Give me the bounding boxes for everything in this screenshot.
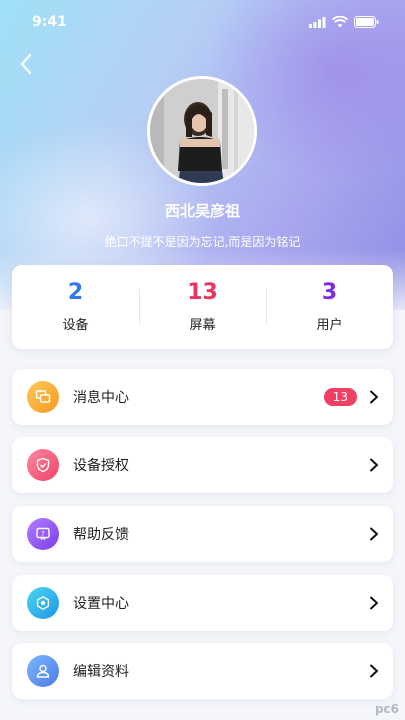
user-icon [27,655,59,687]
stat-label: 设备 [62,317,89,333]
menu-item-settings[interactable]: 设置中心 [12,575,393,631]
stat-label: 用户 [316,317,343,333]
chevron-right-icon [367,390,381,404]
chevron-right-icon [367,458,381,472]
battery-icon [354,16,379,28]
menu-item-label: 帮助反馈 [73,527,129,543]
watermark: pc6 [374,702,399,716]
stat-users[interactable]: 3 用户 [266,265,393,349]
signal-icon [309,16,326,28]
profile-name: 西北吴彦祖 [164,202,240,220]
stat-value: 3 [321,279,338,305]
menu-item-label: 设置中心 [73,596,129,612]
settings-icon [27,587,59,619]
menu-item-edit-profile[interactable]: 编辑资料 [12,643,393,699]
status-time: 9:41 [32,14,67,30]
svg-text:?: ? [41,530,45,538]
stat-label: 屏幕 [189,317,216,333]
menu-item-device-auth[interactable]: 设备授权 [12,437,393,493]
stat-value: 13 [187,279,218,305]
avatar-photo [150,79,254,183]
menu-item-help[interactable]: ? 帮助反馈 [12,506,393,562]
back-button[interactable] [12,50,40,78]
stat-devices[interactable]: 2 设备 [12,265,139,349]
chevron-right-icon [367,527,381,541]
unread-badge: 13 [323,388,357,406]
wifi-icon [332,16,348,28]
menu-item-label: 编辑资料 [73,664,129,680]
back-arrow-icon [20,53,32,75]
message-icon [27,381,59,413]
stats-card: 2 设备 13 屏幕 3 用户 [12,265,393,349]
help-icon: ? [27,518,59,550]
stat-value: 2 [67,279,84,305]
menu-item-label: 设备授权 [73,458,129,474]
status-bar: 9:41 [0,0,405,44]
shield-icon [27,449,59,481]
chevron-right-icon [367,664,381,678]
profile-motto: 绝口不提不是因为忘记,而是因为铭记 [104,235,301,249]
avatar[interactable] [147,76,257,186]
stat-screens[interactable]: 13 屏幕 [139,265,266,349]
menu-item-messages[interactable]: 消息中心 13 [12,369,393,425]
menu-item-label: 消息中心 [73,390,129,406]
chevron-right-icon [367,596,381,610]
status-icons [309,16,379,28]
